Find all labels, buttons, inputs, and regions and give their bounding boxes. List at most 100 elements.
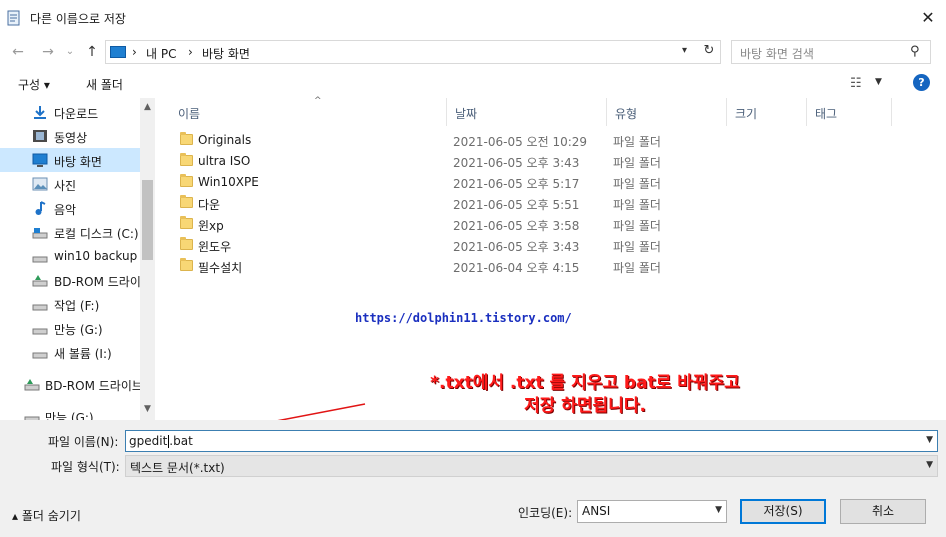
breadcrumb-separator: › <box>132 45 137 59</box>
recent-locations-chevron-icon[interactable]: ⌄ <box>60 42 80 62</box>
filename-value: gpedit .bat <box>129 434 193 448</box>
drive-icon <box>32 304 48 311</box>
cancel-button[interactable]: 취소 <box>840 499 926 524</box>
file-row[interactable]: Win10XPE 2021-06-05 오후 5:17 파일 폴더 <box>180 173 880 194</box>
annotation-line-2: 저장 하면됩니다. <box>524 396 646 416</box>
scrollbar-thumb[interactable] <box>142 180 153 260</box>
sidebar-item-drive-g-2[interactable]: 만능 (G:) <box>0 404 140 420</box>
chevron-down-icon[interactable]: ▼ <box>715 505 722 515</box>
filetype-select[interactable]: 텍스트 문서(*.txt) ▼ <box>125 455 938 477</box>
filetype-label: 파일 형식(T): <box>51 460 120 474</box>
sidebar-item-label: 음악 <box>54 203 77 217</box>
organize-menu-button[interactable]: 구성 ▾ <box>18 76 50 93</box>
sidebar-item-drive-g[interactable]: 만능 (G:) <box>0 316 140 340</box>
file-type: 파일 폴더 <box>613 198 661 212</box>
sidebar-item-pictures[interactable]: 사진 <box>0 172 140 196</box>
file-row[interactable]: 다운 2021-06-05 오후 5:51 파일 폴더 <box>180 194 880 215</box>
sidebar-item-label: 사진 <box>54 179 77 193</box>
scroll-up-icon[interactable]: ▲ <box>142 102 153 112</box>
new-folder-button[interactable]: 새 폴더 <box>86 76 123 93</box>
filename-extension: .bat <box>169 434 193 448</box>
encoding-value: ANSI <box>582 504 611 518</box>
file-row[interactable]: 윈xp 2021-06-05 오후 3:58 파일 폴더 <box>180 215 880 236</box>
file-date: 2021-06-05 오후 5:51 <box>453 198 580 212</box>
hide-folders-toggle[interactable]: ▴ 폴더 숨기기 <box>12 507 81 524</box>
disc-drive-icon <box>24 379 40 391</box>
sidebar-item-drive-f[interactable]: 작업 (F:) <box>0 292 140 316</box>
column-header-name[interactable]: 이름 ^ <box>170 96 447 126</box>
save-button[interactable]: 저장(S) <box>740 499 826 524</box>
search-icon[interactable]: ⚲ <box>910 44 920 59</box>
column-header-size[interactable]: 크기 <box>727 98 807 126</box>
file-name: 윈도우 <box>198 240 232 254</box>
sidebar-item-videos[interactable]: 동영상 <box>0 124 140 148</box>
chevron-down-icon[interactable]: ▼ <box>926 460 933 470</box>
sidebar-item-win10-backup[interactable]: win10 backup (D: <box>0 244 155 268</box>
folder-icon <box>180 258 193 271</box>
drive-icon <box>24 416 40 420</box>
sidebar-item-drive-i[interactable]: 새 볼륨 (I:) <box>0 340 140 364</box>
command-toolbar: 구성 ▾ 새 폴더 ☷ ▼ ? <box>0 70 946 98</box>
file-row[interactable]: Originals 2021-06-05 오전 10:29 파일 폴더 <box>180 131 880 152</box>
sidebar-item-label: 새 볼륨 (I:) <box>54 347 112 361</box>
column-header-type[interactable]: 유형 <box>607 98 727 126</box>
chevron-down-icon[interactable]: ▼ <box>875 77 882 87</box>
navigation-pane: 다운로드 동영상 바탕 화면 사진 음악 로컬 디스크 (C:) win10 b… <box>0 98 155 420</box>
file-date: 2021-06-05 오후 5:17 <box>453 177 580 191</box>
search-input[interactable]: 바탕 화면 검색 <box>740 45 814 62</box>
file-type: 파일 폴더 <box>613 219 661 233</box>
file-name: Win10XPE <box>198 175 259 189</box>
chevron-down-icon[interactable]: ▾ <box>682 45 687 56</box>
address-bar[interactable]: › 내 PC › 바탕 화면 ▾ ↻ <box>105 40 721 64</box>
file-name: 다운 <box>198 198 221 212</box>
file-name: Originals <box>198 133 252 147</box>
column-type-label: 유형 <box>615 107 638 121</box>
scroll-down-icon[interactable]: ▼ <box>142 404 153 414</box>
download-arrow-icon <box>34 106 46 119</box>
up-arrow-icon[interactable]: ↑ <box>82 42 102 62</box>
forward-arrow-icon[interactable]: → <box>38 42 58 62</box>
picture-icon <box>32 177 48 191</box>
desktop-icon <box>32 153 48 167</box>
file-name: ultra ISO <box>198 154 251 168</box>
file-row[interactable]: 윈도우 2021-06-05 오후 3:43 파일 폴더 <box>180 236 880 257</box>
file-row[interactable]: ultra ISO 2021-06-05 오후 3:43 파일 폴더 <box>180 152 880 173</box>
pc-icon <box>110 46 126 58</box>
file-type: 파일 폴더 <box>613 177 661 191</box>
column-tags-label: 태그 <box>815 107 838 121</box>
sidebar-item-desktop[interactable]: 바탕 화면 <box>0 148 140 172</box>
refresh-icon[interactable]: ↻ <box>700 43 718 58</box>
breadcrumb-this-pc[interactable]: 내 PC <box>146 45 176 62</box>
file-row[interactable]: 필수설치 2021-06-04 오후 4:15 파일 폴더 <box>180 257 880 278</box>
sidebar-scrollbar[interactable]: ▲ ▼ <box>140 98 155 420</box>
sidebar-item-downloads[interactable]: 다운로드 <box>0 100 140 124</box>
sidebar-item-local-disk-c[interactable]: 로컬 디스크 (C:) <box>0 220 140 244</box>
view-options-icon[interactable]: ☷ <box>850 76 862 91</box>
encoding-select[interactable]: ANSI ▼ <box>577 500 727 523</box>
search-box[interactable]: 바탕 화면 검색 ⚲ <box>731 40 931 64</box>
sidebar-item-music[interactable]: 음악 <box>0 196 140 220</box>
column-header-tags[interactable]: 태그 <box>807 98 892 126</box>
folder-icon <box>180 237 193 250</box>
column-header-date[interactable]: 날짜 <box>447 98 607 126</box>
filename-label: 파일 이름(N): <box>48 435 119 449</box>
folder-icon <box>180 216 193 229</box>
sidebar-item-label: BD-ROM 드라이 <box>54 275 141 289</box>
back-arrow-icon[interactable]: ← <box>8 42 28 62</box>
file-type: 파일 폴더 <box>613 135 661 149</box>
sidebar-item-bd-rom-drive[interactable]: BD-ROM 드라이브 <box>0 372 143 396</box>
folder-icon <box>180 195 193 208</box>
breadcrumb-desktop[interactable]: 바탕 화면 <box>202 45 250 62</box>
help-icon[interactable]: ? <box>913 74 930 91</box>
file-date: 2021-06-05 오후 3:43 <box>453 240 580 254</box>
sidebar-item-bd-rom[interactable]: BD-ROM 드라이 <box>0 268 141 292</box>
filename-field[interactable]: gpedit .bat ▼ <box>125 430 938 452</box>
close-icon[interactable]: ✕ <box>918 8 938 28</box>
file-type: 파일 폴더 <box>613 240 661 254</box>
navigation-bar: ← → ⌄ ↑ › 내 PC › 바탕 화면 ▾ ↻ 바탕 화면 검색 ⚲ <box>0 36 946 68</box>
column-size-label: 크기 <box>735 107 758 121</box>
save-options-panel: 파일 이름(N): gpedit .bat ▼ 파일 형식(T): 텍스트 문서(… <box>0 420 946 537</box>
chevron-down-icon[interactable]: ▼ <box>926 435 933 445</box>
column-date-label: 날짜 <box>455 107 478 121</box>
encoding-label: 인코딩(E): <box>518 506 573 520</box>
